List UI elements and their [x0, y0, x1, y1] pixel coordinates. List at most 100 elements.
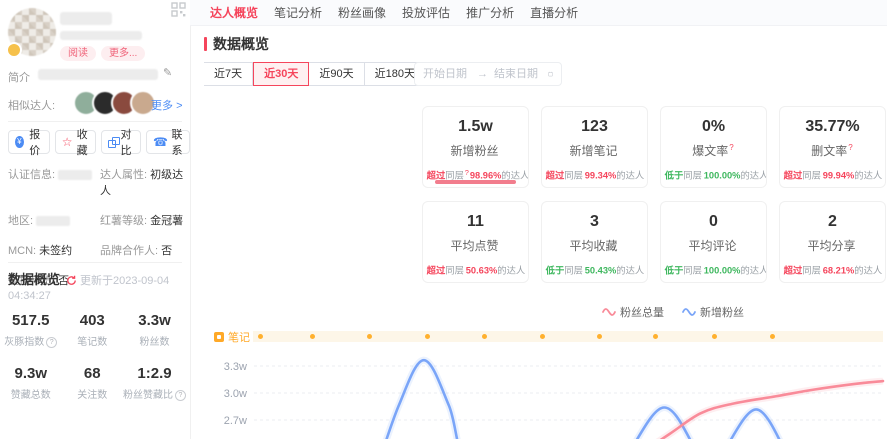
edit-pencil-icon[interactable]: ✎: [163, 66, 172, 79]
refresh-icon[interactable]: [66, 275, 77, 286]
action-button-label: 对比: [120, 129, 132, 157]
tab[interactable]: 推广分析: [466, 4, 514, 21]
tab[interactable]: 投放评估: [402, 4, 450, 21]
action-button[interactable]: 报价: [8, 129, 50, 157]
stat-card-value: 35.77%: [805, 118, 860, 135]
stat-card-label: 新增粉丝: [450, 144, 499, 158]
profile-info-cell: 品牌合作人: 否: [100, 242, 186, 258]
star-icon: [62, 135, 73, 149]
tab[interactable]: 笔记分析: [274, 4, 322, 21]
start-date-input[interactable]: [423, 68, 471, 80]
note-dot: [540, 334, 546, 339]
info-label: 红薯等级:: [100, 215, 148, 227]
stat-value: 403: [79, 312, 105, 329]
legend-item[interactable]: 新增粉丝: [682, 304, 744, 320]
stat-card[interactable]: 35.77% 删文率? 超过同层 99.94%的达人: [779, 106, 886, 188]
note-dot: [482, 334, 488, 339]
category-tag[interactable]: 阅读: [60, 46, 96, 61]
tab[interactable]: 达人概览: [210, 4, 258, 21]
stat-label: 灰豚指数: [0, 333, 62, 348]
info-value: 金冠薯: [150, 215, 184, 227]
stat-card[interactable]: 123 新增笔记 超过同层 99.34%的达人: [541, 106, 648, 188]
date-range-picker[interactable]: →: [414, 62, 562, 86]
stat-card[interactable]: 2 平均分享 超过同层 68.21%的达人: [779, 201, 886, 283]
help-question-icon[interactable]: ?: [465, 168, 469, 176]
profile-info-cell: 认证信息:: [8, 166, 100, 198]
notes-timeline-strip: [253, 331, 883, 342]
note-dot: [712, 334, 718, 339]
stat-card-label: 删文率?: [811, 143, 853, 158]
stat-card-value: 11: [467, 213, 484, 230]
stat-card-value: 3: [590, 213, 599, 230]
info-value: 否: [161, 245, 173, 257]
stat-card-comparison: 超过同层 99.94%的达人: [783, 171, 883, 182]
stat-card-value: 2: [828, 213, 837, 230]
stat-label: 粉丝赞藏比: [123, 386, 186, 401]
action-buttons: 报价 收藏 对比 联系: [8, 129, 190, 157]
category-tag[interactable]: 更多...: [101, 46, 146, 61]
stat-card[interactable]: 1.5w 新增粉丝 超过同层?98.96%的达人: [422, 106, 529, 188]
stat-value: 517.5: [11, 312, 50, 329]
section-title-bar: [204, 37, 207, 51]
stat-value: 1:2.9: [137, 365, 172, 382]
stat-card-label: 爆文率?: [692, 143, 734, 158]
info-label: 品牌合作人:: [100, 245, 159, 257]
stat-card[interactable]: 11 平均点赞 超过同层 50.63%的达人: [422, 201, 529, 283]
stat-card-label: 平均评论: [688, 239, 737, 253]
end-date-input[interactable]: [494, 68, 542, 80]
stat-card[interactable]: 0% 爆文率? 低于同层 100.00%的达人: [660, 106, 767, 188]
stat-card[interactable]: 3 平均收藏 低于同层 50.43%的达人: [541, 201, 648, 283]
info-label: MCN:: [8, 245, 37, 257]
stat-card-value: 1.5w: [458, 118, 493, 135]
follower-trend-chart: 3.3w 3.0w 2.7w: [224, 356, 885, 439]
sidebar-stat: 1:2.9 粉丝赞藏比: [123, 365, 186, 401]
tab[interactable]: 直播分析: [530, 4, 578, 21]
help-question-icon[interactable]: ?: [729, 143, 733, 152]
action-button-label: 收藏: [76, 129, 88, 157]
stat-value: 9.3w: [14, 365, 48, 382]
note-dot: [653, 334, 659, 339]
calendar-icon[interactable]: [548, 68, 553, 80]
stat-label: 粉丝数: [139, 337, 170, 348]
stat-value: 68: [83, 365, 101, 382]
action-button[interactable]: 对比: [100, 129, 141, 157]
profile-info-cell: 地区:: [8, 212, 100, 228]
similar-avatars: [73, 90, 156, 116]
note-dot: [258, 334, 264, 339]
stat-card-value: 123: [581, 118, 608, 135]
username-redacted: [60, 12, 112, 25]
range-segment-button[interactable]: 近90天: [309, 62, 365, 86]
tab[interactable]: 粉丝画像: [338, 4, 386, 21]
range-segment-button[interactable]: 近30天: [253, 62, 310, 86]
question-circle-icon[interactable]: [46, 337, 58, 348]
stat-card[interactable]: 0 平均评论 低于同层 100.00%的达人: [660, 201, 767, 283]
legend-label: 粉丝总量: [620, 307, 664, 319]
stat-card-value: 0: [709, 213, 718, 230]
question-circle-icon[interactable]: [175, 390, 186, 401]
note-dot: [596, 334, 602, 339]
user-id-redacted: [60, 31, 142, 40]
chart-legend: 粉丝总量 新增粉丝: [602, 304, 744, 320]
action-button-label: 联系: [171, 129, 183, 157]
qr-code-icon[interactable]: [171, 2, 186, 17]
divider: [8, 262, 182, 263]
legend-item[interactable]: 粉丝总量: [602, 304, 664, 320]
similar-more-link[interactable]: 更多 >: [151, 97, 183, 113]
range-segment-button[interactable]: 近7天: [204, 62, 254, 86]
note-dot: [424, 334, 430, 339]
sidebar-overview-header: 数据概览 更新于2023-09-04 04:34:27: [8, 272, 184, 304]
svg-text:2.7w: 2.7w: [224, 415, 247, 427]
intro-label: 简介: [8, 72, 30, 84]
action-button[interactable]: 收藏: [54, 129, 96, 157]
action-button[interactable]: 联系: [145, 129, 190, 157]
influencer-analytics-page: 阅读更多... 简介 ✎ 相似达人: 更多 > 报价 收藏: [0, 0, 887, 439]
price-tag-icon: [15, 136, 24, 148]
sidebar-stats-grid: 517.5 灰豚指数 403 笔记数 3.3w 粉丝数 9.3w 赞藏总数: [0, 312, 186, 401]
note-dot: [367, 334, 373, 339]
sidebar-stat: 517.5 灰豚指数: [0, 312, 62, 348]
sidebar-stat: 403 笔记数: [62, 312, 124, 348]
info-value: 未签约: [39, 245, 73, 257]
stat-card-label: 平均点赞: [450, 239, 499, 253]
help-question-icon[interactable]: ?: [848, 143, 852, 152]
profile-info-cell: 达人属性: 初级达人: [100, 166, 186, 198]
